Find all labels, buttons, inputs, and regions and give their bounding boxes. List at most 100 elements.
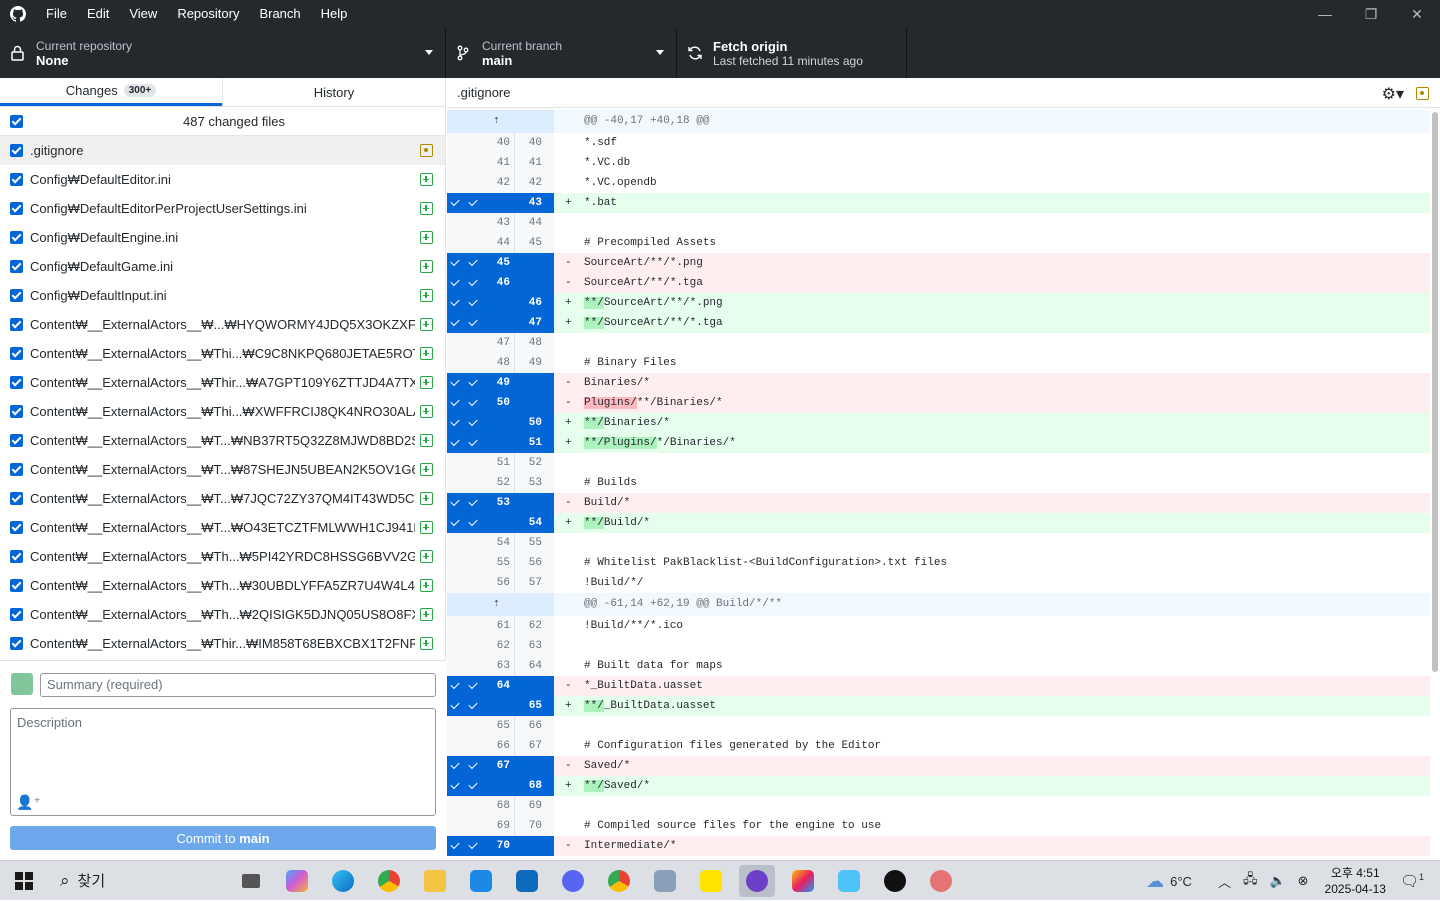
- file-checkbox[interactable]: [10, 173, 23, 186]
- file-checkbox[interactable]: [10, 202, 23, 215]
- diff-line[interactable]: 43 + *.bat: [447, 193, 1430, 213]
- file-row[interactable]: Content₩__ExternalActors__₩Th...₩2QISIGK…: [0, 600, 445, 629]
- file-row[interactable]: Config₩DefaultEditorPerProjectUserSettin…: [0, 194, 445, 223]
- file-checkbox[interactable]: [10, 521, 23, 534]
- diff-line[interactable]: 64 - *_BuiltData.uasset: [447, 676, 1430, 696]
- diff-line[interactable]: 54 + **/Build/*: [447, 513, 1430, 533]
- tray-chevron-icon[interactable]: ︿: [1218, 872, 1231, 891]
- diff-scrollbar[interactable]: [1432, 112, 1438, 672]
- chrome-profile-icon[interactable]: [601, 865, 637, 897]
- file-row[interactable]: Content₩__ExternalActors__₩T...₩7JQC72ZY…: [0, 484, 445, 513]
- clock[interactable]: 오후 4:51 2025-04-13: [1325, 865, 1386, 897]
- edge-icon[interactable]: [325, 865, 361, 897]
- network-icon[interactable]: 🖧: [1243, 870, 1258, 892]
- restore-button[interactable]: ❐: [1348, 0, 1394, 28]
- photos-icon[interactable]: [647, 865, 683, 897]
- description-input[interactable]: Description 👤⁺: [10, 708, 436, 816]
- notification-icon[interactable]: 🗨1: [1400, 872, 1424, 890]
- file-checkbox[interactable]: [10, 376, 23, 389]
- file-row[interactable]: Content₩__ExternalActors__₩Thir...₩IM858…: [0, 629, 445, 658]
- kakaotalk-icon[interactable]: [693, 865, 729, 897]
- expand-icon[interactable]: ⇡: [493, 596, 500, 610]
- file-row[interactable]: Config₩DefaultEditor.ini: [0, 165, 445, 194]
- file-row[interactable]: Content₩__ExternalActors__₩T...₩O43ETCZT…: [0, 513, 445, 542]
- add-coauthor-icon[interactable]: 👤⁺: [16, 794, 41, 811]
- file-checkbox[interactable]: [10, 550, 23, 563]
- diff-line[interactable]: 50 - Plugins/**/Binaries/*: [447, 393, 1430, 413]
- file-checkbox[interactable]: [10, 144, 23, 157]
- file-row[interactable]: Content₩__ExternalActors__₩T...₩87SHEJN5…: [0, 455, 445, 484]
- diff-line[interactable]: 45 - SourceArt/**/*.png: [447, 253, 1430, 273]
- file-checkbox[interactable]: [10, 637, 23, 650]
- file-checkbox[interactable]: [10, 347, 23, 360]
- github-desktop-icon[interactable]: [739, 864, 775, 897]
- fetch-origin-button[interactable]: Fetch origin Last fetched 11 minutes ago: [677, 28, 907, 78]
- repository-selector[interactable]: Current repository None: [0, 28, 446, 78]
- diff-line[interactable]: 51 + **/Plugins/*/Binaries/*: [447, 433, 1430, 453]
- diff-line[interactable]: 50 + **/Binaries/*: [447, 413, 1430, 433]
- file-checkbox[interactable]: [10, 463, 23, 476]
- task-view-icon[interactable]: [233, 865, 269, 897]
- minimize-button[interactable]: —: [1302, 0, 1348, 28]
- paint-icon[interactable]: [785, 865, 821, 897]
- diff-line[interactable]: 68 + **/Saved/*: [447, 776, 1430, 796]
- file-checkbox[interactable]: [10, 405, 23, 418]
- diff-line[interactable]: 67 - Saved/*: [447, 756, 1430, 776]
- diff-line[interactable]: 70 - Intermediate/*: [447, 836, 1430, 856]
- tab-changes[interactable]: Changes 300+: [0, 78, 222, 106]
- file-row[interactable]: Content₩__ExternalActors__₩Th...₩5PI42YR…: [0, 542, 445, 571]
- file-checkbox[interactable]: [10, 492, 23, 505]
- mute-icon[interactable]: ⊗: [1298, 873, 1309, 889]
- copilot-icon[interactable]: [279, 865, 315, 897]
- file-row[interactable]: Content₩__ExternalActors__₩Thi...₩XWFFRC…: [0, 397, 445, 426]
- file-row[interactable]: Config₩DefaultGame.ini: [0, 252, 445, 281]
- file-row[interactable]: .gitignore: [0, 136, 445, 165]
- snipping-tool-icon[interactable]: [923, 865, 959, 897]
- file-checkbox[interactable]: [10, 231, 23, 244]
- branch-selector[interactable]: Current branch main: [446, 28, 677, 78]
- tab-history[interactable]: History: [222, 78, 445, 106]
- select-all-checkbox[interactable]: [10, 114, 23, 128]
- file-row[interactable]: Content₩__ExternalActors__₩Thi...₩C9C8NK…: [0, 339, 445, 368]
- file-checkbox[interactable]: [10, 289, 23, 302]
- file-checkbox[interactable]: [10, 434, 23, 447]
- file-explorer-icon[interactable]: [417, 865, 453, 897]
- notepad-icon[interactable]: [831, 865, 867, 897]
- file-row[interactable]: Content₩__ExternalActors__₩Thir...₩A7GPT…: [0, 368, 445, 397]
- diff-line[interactable]: 46 + **/SourceArt/**/*.png: [447, 293, 1430, 313]
- diff-line[interactable]: 46 - SourceArt/**/*.tga: [447, 273, 1430, 293]
- menu-branch[interactable]: Branch: [249, 0, 310, 28]
- close-button[interactable]: ✕: [1394, 0, 1440, 28]
- menu-help[interactable]: Help: [311, 0, 358, 28]
- commit-button[interactable]: Commit to main: [10, 826, 436, 850]
- weather-temp[interactable]: 6°C: [1170, 874, 1192, 889]
- file-row[interactable]: Config₩DefaultEngine.ini: [0, 223, 445, 252]
- diff-line[interactable]: 49 - Binaries/*: [447, 373, 1430, 393]
- outlook-icon[interactable]: [509, 865, 545, 897]
- start-button[interactable]: [0, 861, 48, 901]
- store-icon[interactable]: [463, 865, 499, 897]
- file-checkbox[interactable]: [10, 608, 23, 621]
- file-row[interactable]: Content₩__ExternalActors__₩T...₩NB37RT5Q…: [0, 426, 445, 455]
- taskbar-search[interactable]: ⌕ 찾기: [48, 861, 228, 901]
- file-checkbox[interactable]: [10, 579, 23, 592]
- diff-line[interactable]: 65 + **/_BuiltData.uasset: [447, 696, 1430, 716]
- chrome-icon[interactable]: [371, 865, 407, 897]
- diff-line[interactable]: 53 - Build/*: [447, 493, 1430, 513]
- file-row[interactable]: Content₩__ExternalActors__₩Th...₩30UBDLY…: [0, 571, 445, 600]
- diff-line[interactable]: 47 + **/SourceArt/**/*.tga: [447, 313, 1430, 333]
- summary-input[interactable]: Summary (required): [40, 673, 436, 697]
- menu-edit[interactable]: Edit: [77, 0, 119, 28]
- weather-icon[interactable]: ☁: [1146, 871, 1164, 892]
- file-checkbox[interactable]: [10, 318, 23, 331]
- menu-view[interactable]: View: [119, 0, 167, 28]
- unreal-engine-icon[interactable]: [877, 865, 913, 897]
- volume-icon[interactable]: 🔈: [1269, 873, 1285, 889]
- gear-icon[interactable]: ⚙▾: [1382, 84, 1404, 104]
- file-row[interactable]: Config₩DefaultInput.ini: [0, 281, 445, 310]
- file-row[interactable]: Content₩__ExternalActors__₩...₩HYQWORMY4…: [0, 310, 445, 339]
- expand-icon[interactable]: ⇡: [493, 113, 500, 127]
- file-checkbox[interactable]: [10, 260, 23, 273]
- menu-file[interactable]: File: [36, 0, 77, 28]
- discord-icon[interactable]: [555, 865, 591, 897]
